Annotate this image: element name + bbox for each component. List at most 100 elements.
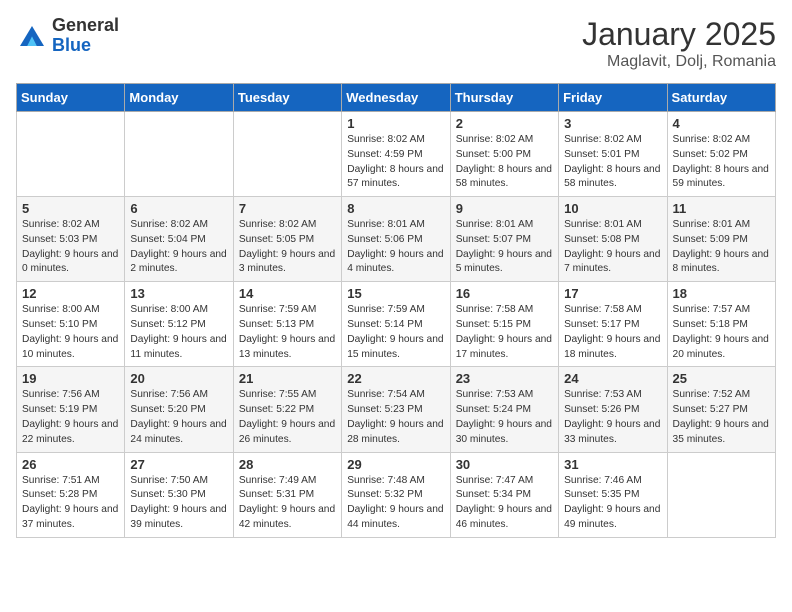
calendar-cell: 29 Sunrise: 7:48 AM Sunset: 5:32 PM Dayli… <box>342 452 450 537</box>
calendar-header: SundayMondayTuesdayWednesdayThursdayFrid… <box>17 84 776 112</box>
day-number: 13 <box>130 286 227 301</box>
calendar-cell: 14Sunrise: 7:59 AM Sunset: 5:13 PM Dayli… <box>233 282 341 367</box>
day-info: Sunrise: 7:46 AM Sunset: 5:35 PM Dayligh… <box>564 474 661 533</box>
calendar-cell: 24Sunrise: 7:53 AM Sunset: 5:26 PM Dayli… <box>559 367 667 452</box>
logo-text: General Blue <box>52 16 119 56</box>
week-row-3: 12 Sunrise: 8:00 AM Sunset: 5:10 PM Dayli… <box>17 282 776 367</box>
day-number: 10 <box>564 201 661 216</box>
day-info: Sunrise: 7:58 AM Sunset: 5:15 PM Dayligh… <box>456 303 553 362</box>
day-info: Sunrise: 8:02 AM Sunset: 5:00 PM Dayligh… <box>456 133 553 192</box>
calendar-cell <box>125 112 233 197</box>
day-number: 4 <box>673 116 770 131</box>
day-info: Sunrise: 7:56 AM Sunset: 5:20 PM Dayligh… <box>130 388 227 447</box>
calendar-cell: 13 Sunrise: 8:00 AM Sunset: 5:12 PM Dayli… <box>125 282 233 367</box>
day-number: 28 <box>239 457 336 472</box>
day-number: 1 <box>347 116 444 131</box>
calendar-cell: 7 Sunrise: 8:02 AM Sunset: 5:05 PM Daylig… <box>233 197 341 282</box>
logo-icon <box>16 22 48 50</box>
day-number: 6 <box>130 201 227 216</box>
day-number: 23 <box>456 371 553 386</box>
calendar-cell: 2 Sunrise: 8:02 AM Sunset: 5:00 PM Daylig… <box>450 112 558 197</box>
calendar-cell: 4 Sunrise: 8:02 AM Sunset: 5:02 PM Daylig… <box>667 112 775 197</box>
day-number: 22 <box>347 371 444 386</box>
day-number: 2 <box>456 116 553 131</box>
day-number: 25 <box>673 371 770 386</box>
day-info: Sunrise: 8:00 AM Sunset: 5:10 PM Dayligh… <box>22 303 119 362</box>
calendar-subtitle: Maglavit, Dolj, Romania <box>582 53 776 71</box>
day-number: 8 <box>347 201 444 216</box>
day-number: 7 <box>239 201 336 216</box>
calendar-cell: 20 Sunrise: 7:56 AM Sunset: 5:20 PM Dayli… <box>125 367 233 452</box>
calendar-cell: 28Sunrise: 7:49 AM Sunset: 5:31 PM Dayli… <box>233 452 341 537</box>
day-info: Sunrise: 8:02 AM Sunset: 4:59 PM Dayligh… <box>347 133 444 192</box>
day-info: Sunrise: 8:00 AM Sunset: 5:12 PM Dayligh… <box>130 303 227 362</box>
day-info: Sunrise: 8:02 AM Sunset: 5:04 PM Dayligh… <box>130 218 227 277</box>
day-number: 12 <box>22 286 119 301</box>
weekday-header-tuesday: Tuesday <box>233 84 341 112</box>
day-info: Sunrise: 7:54 AM Sunset: 5:23 PM Dayligh… <box>347 388 444 447</box>
calendar-body: 1 Sunrise: 8:02 AM Sunset: 4:59 PM Daylig… <box>17 112 776 538</box>
calendar-cell: 23 Sunrise: 7:53 AM Sunset: 5:24 PM Dayli… <box>450 367 558 452</box>
week-row-1: 1 Sunrise: 8:02 AM Sunset: 4:59 PM Daylig… <box>17 112 776 197</box>
day-number: 20 <box>130 371 227 386</box>
logo-general-text: General <box>52 16 119 36</box>
weekday-header-wednesday: Wednesday <box>342 84 450 112</box>
calendar-cell: 21Sunrise: 7:55 AM Sunset: 5:22 PM Dayli… <box>233 367 341 452</box>
week-row-5: 26 Sunrise: 7:51 AM Sunset: 5:28 PM Dayli… <box>17 452 776 537</box>
day-number: 14 <box>239 286 336 301</box>
day-info: Sunrise: 7:51 AM Sunset: 5:28 PM Dayligh… <box>22 474 119 533</box>
day-info: Sunrise: 7:47 AM Sunset: 5:34 PM Dayligh… <box>456 474 553 533</box>
calendar-cell: 8 Sunrise: 8:01 AM Sunset: 5:06 PM Daylig… <box>342 197 450 282</box>
calendar-cell: 9 Sunrise: 8:01 AM Sunset: 5:07 PM Daylig… <box>450 197 558 282</box>
day-info: Sunrise: 8:01 AM Sunset: 5:09 PM Dayligh… <box>673 218 770 277</box>
calendar-cell: 19 Sunrise: 7:56 AM Sunset: 5:19 PM Dayli… <box>17 367 125 452</box>
calendar-cell: 10 Sunrise: 8:01 AM Sunset: 5:08 PM Dayli… <box>559 197 667 282</box>
day-number: 16 <box>456 286 553 301</box>
day-number: 11 <box>673 201 770 216</box>
calendar-cell: 27 Sunrise: 7:50 AM Sunset: 5:30 PM Dayli… <box>125 452 233 537</box>
day-info: Sunrise: 7:56 AM Sunset: 5:19 PM Dayligh… <box>22 388 119 447</box>
calendar-cell: 31 Sunrise: 7:46 AM Sunset: 5:35 PM Dayli… <box>559 452 667 537</box>
calendar-cell: 26 Sunrise: 7:51 AM Sunset: 5:28 PM Dayli… <box>17 452 125 537</box>
week-row-2: 5Sunrise: 8:02 AM Sunset: 5:03 PM Daylig… <box>17 197 776 282</box>
calendar-cell: 12 Sunrise: 8:00 AM Sunset: 5:10 PM Dayli… <box>17 282 125 367</box>
day-info: Sunrise: 8:01 AM Sunset: 5:07 PM Dayligh… <box>456 218 553 277</box>
day-number: 5 <box>22 201 119 216</box>
calendar-title: January 2025 <box>582 16 776 53</box>
calendar-cell: 25Sunrise: 7:52 AM Sunset: 5:27 PM Dayli… <box>667 367 775 452</box>
day-number: 24 <box>564 371 661 386</box>
day-info: Sunrise: 7:50 AM Sunset: 5:30 PM Dayligh… <box>130 474 227 533</box>
day-info: Sunrise: 8:02 AM Sunset: 5:05 PM Dayligh… <box>239 218 336 277</box>
page-header: General Blue January 2025 Maglavit, Dolj… <box>16 16 776 71</box>
calendar-cell: 3Sunrise: 8:02 AM Sunset: 5:01 PM Daylig… <box>559 112 667 197</box>
day-info: Sunrise: 7:59 AM Sunset: 5:14 PM Dayligh… <box>347 303 444 362</box>
day-info: Sunrise: 7:48 AM Sunset: 5:32 PM Dayligh… <box>347 474 444 533</box>
week-row-4: 19 Sunrise: 7:56 AM Sunset: 5:19 PM Dayli… <box>17 367 776 452</box>
day-info: Sunrise: 8:01 AM Sunset: 5:06 PM Dayligh… <box>347 218 444 277</box>
day-number: 31 <box>564 457 661 472</box>
weekday-header-saturday: Saturday <box>667 84 775 112</box>
day-info: Sunrise: 8:01 AM Sunset: 5:08 PM Dayligh… <box>564 218 661 277</box>
weekday-header-row: SundayMondayTuesdayWednesdayThursdayFrid… <box>17 84 776 112</box>
day-info: Sunrise: 7:53 AM Sunset: 5:24 PM Dayligh… <box>456 388 553 447</box>
title-block: January 2025 Maglavit, Dolj, Romania <box>582 16 776 71</box>
day-number: 19 <box>22 371 119 386</box>
calendar-cell: 16 Sunrise: 7:58 AM Sunset: 5:15 PM Dayli… <box>450 282 558 367</box>
day-info: Sunrise: 8:02 AM Sunset: 5:02 PM Dayligh… <box>673 133 770 192</box>
day-number: 21 <box>239 371 336 386</box>
day-number: 18 <box>673 286 770 301</box>
calendar-cell: 11 Sunrise: 8:01 AM Sunset: 5:09 PM Dayli… <box>667 197 775 282</box>
day-number: 9 <box>456 201 553 216</box>
day-number: 27 <box>130 457 227 472</box>
day-number: 3 <box>564 116 661 131</box>
calendar-cell: 22 Sunrise: 7:54 AM Sunset: 5:23 PM Dayli… <box>342 367 450 452</box>
calendar-cell: 5Sunrise: 8:02 AM Sunset: 5:03 PM Daylig… <box>17 197 125 282</box>
day-number: 26 <box>22 457 119 472</box>
day-number: 29 <box>347 457 444 472</box>
calendar-cell: 18 Sunrise: 7:57 AM Sunset: 5:18 PM Dayli… <box>667 282 775 367</box>
day-info: Sunrise: 7:57 AM Sunset: 5:18 PM Dayligh… <box>673 303 770 362</box>
logo-blue-text: Blue <box>52 36 119 56</box>
day-number: 17 <box>564 286 661 301</box>
weekday-header-thursday: Thursday <box>450 84 558 112</box>
weekday-header-sunday: Sunday <box>17 84 125 112</box>
